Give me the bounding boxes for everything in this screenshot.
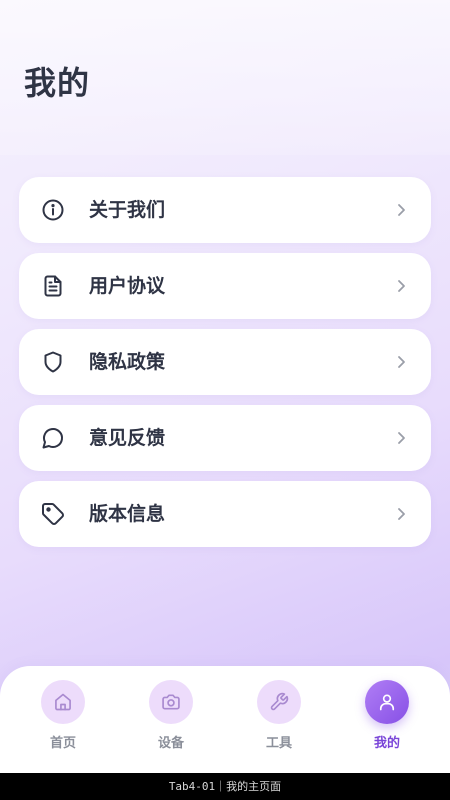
tab-label: 设备: [157, 736, 184, 751]
chevron-right-icon: [393, 278, 409, 294]
tab-home[interactable]: 首页: [18, 680, 108, 760]
document-icon: [41, 274, 65, 298]
home-icon: [41, 680, 85, 724]
menu-item-version-info[interactable]: 版本信息: [19, 481, 431, 547]
menu-item-label: 关于我们: [89, 199, 166, 221]
menu-item-about-us[interactable]: 关于我们: [19, 177, 431, 243]
chevron-right-icon: [393, 430, 409, 446]
menu-item-feedback[interactable]: 意见反馈: [19, 405, 431, 471]
menu-item-label: 意见反馈: [89, 427, 166, 449]
chevron-right-icon: [393, 202, 409, 218]
menu-item-privacy-policy[interactable]: 隐私政策: [19, 329, 431, 395]
user-icon: [365, 680, 409, 724]
tab-label: 我的: [373, 736, 400, 751]
settings-menu: 关于我们 用户协议 隐私政策 意见反馈 版本信息: [19, 177, 431, 557]
tab-label: 工具: [265, 736, 292, 751]
app-screen: 我的 关于我们 用户协议 隐私政策 意见反馈 版本信息 首页 设备 工具 我的: [0, 0, 450, 773]
tab-label: 首页: [49, 736, 76, 751]
wrench-icon: [257, 680, 301, 724]
menu-item-label: 隐私政策: [89, 351, 166, 373]
screen-caption: Tab4-01｜我的主页面: [0, 773, 450, 800]
menu-item-label: 版本信息: [89, 503, 166, 525]
tab-tools[interactable]: 工具: [234, 680, 324, 760]
chevron-right-icon: [393, 506, 409, 522]
tab-device[interactable]: 设备: [126, 680, 216, 760]
menu-item-label: 用户协议: [89, 275, 166, 297]
page-title: 我的: [24, 64, 91, 102]
menu-item-user-agreement[interactable]: 用户协议: [19, 253, 431, 319]
chat-bubble-icon: [41, 426, 65, 450]
bottom-tab-bar: 首页 设备 工具 我的: [0, 666, 450, 773]
info-icon: [41, 198, 65, 222]
tag-icon: [41, 502, 65, 526]
shield-icon: [41, 350, 65, 374]
chevron-right-icon: [393, 354, 409, 370]
tab-mine[interactable]: 我的: [342, 680, 432, 760]
camera-icon: [149, 680, 193, 724]
